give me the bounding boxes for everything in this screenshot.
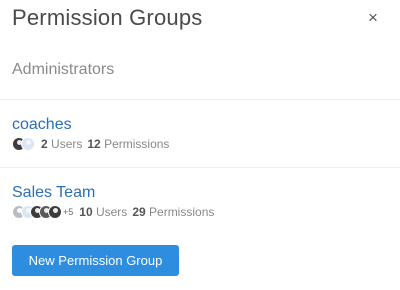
close-icon[interactable]: × [364,8,382,28]
new-permission-group-button[interactable]: New Permission Group [12,245,179,276]
dialog-header: Permission Groups × [0,0,400,42]
avatar [48,205,62,219]
avatar-stack [12,137,35,151]
permissions-count: 29 Permissions [132,205,215,219]
page-title: Permission Groups [12,5,203,30]
more-avatars-count: +5 [63,207,74,217]
permission-group-coaches: coaches 2 Users 12 Permissions [0,100,400,168]
users-count: 2 Users [41,137,83,151]
administrators-label: Administrators [12,61,115,78]
avatar [21,137,35,151]
administrators-section: Administrators [0,42,400,100]
group-meta: 2 Users 12 Permissions [12,136,169,152]
group-name-link[interactable]: Sales Team [12,184,95,202]
group-name-link[interactable]: coaches [12,116,72,134]
permission-group-sales-team: Sales Team +5 10 Users 29 Permissions [0,168,400,236]
users-count: 10 Users [79,205,128,219]
group-meta: +5 10 Users 29 Permissions [12,204,214,220]
avatar-stack: +5 [12,205,73,219]
permissions-count: 12 Permissions [87,137,170,151]
